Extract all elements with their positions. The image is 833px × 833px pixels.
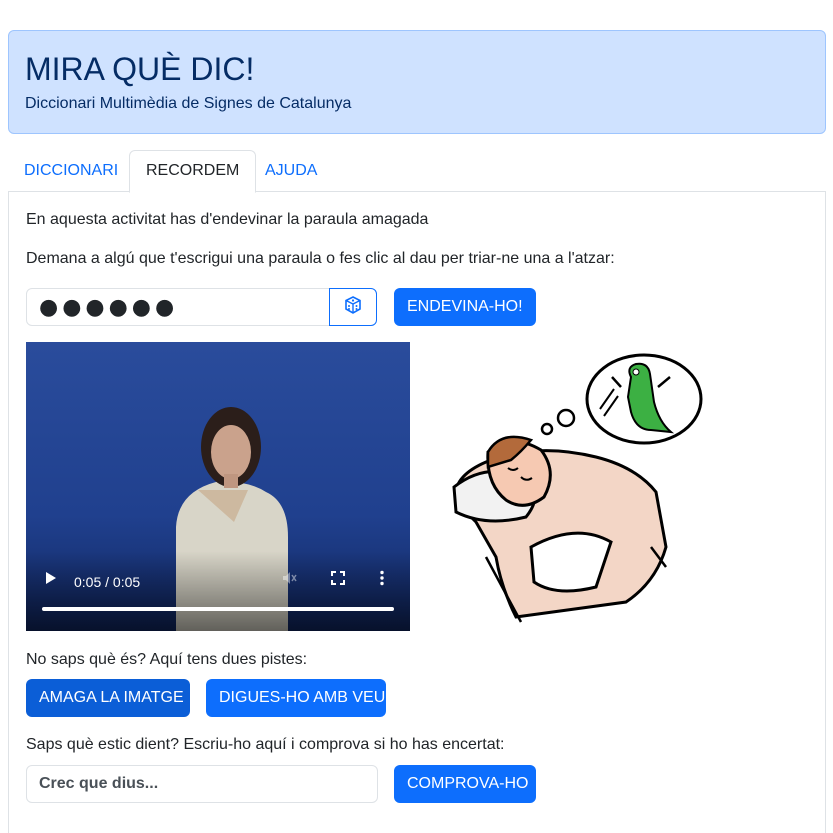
secret-word-input[interactable] [26,288,330,326]
tab-diccionari[interactable]: DICCIONARI [8,150,134,192]
fullscreen-icon[interactable] [331,571,345,590]
video-controls: 0:05 / 0:05 [26,551,410,631]
page-title: MIRA QUÈ DIC! [25,51,255,87]
page-subtitle: Diccionari Multimèdia de Signes de Catal… [25,95,352,112]
video-progress-bar[interactable] [42,607,394,611]
random-word-button[interactable] [329,288,377,326]
tab-recordem[interactable]: RECORDEM [129,150,257,193]
instruction-text: Demana a algú que t'escrigui una paraula… [26,250,615,267]
secret-word-group [26,288,378,326]
dice-icon [343,295,363,320]
recordem-panel: En aquesta activitat has d'endevinar la … [8,191,826,833]
sign-video-player[interactable]: 0:05 / 0:05 [26,342,410,631]
word-pictogram [426,342,726,631]
app-header: MIRA QUÈ DIC! Diccionari Multimèdia de S… [8,30,826,134]
volume-mute-icon[interactable] [281,570,297,591]
check-button[interactable]: COMPROVA-HO [394,765,536,803]
intro-text: En aquesta activitat has d'endevinar la … [26,211,429,228]
guess-button[interactable]: ENDEVINA-HO! [394,288,536,326]
say-it-button[interactable]: DIGUES-HO AMB VEU [206,679,386,717]
hints-text: No saps què és? Aquí tens dues pistes: [26,651,308,668]
answer-input[interactable]: Crec que dius... [26,765,378,803]
more-vertical-icon[interactable] [379,570,385,591]
hide-image-button[interactable]: AMAGA LA IMATGE [26,679,190,717]
check-instruction-text: Saps què estic dient? Escriu-ho aquí i c… [26,736,505,753]
tab-bar: DICCIONARI RECORDEM AJUDA [8,150,826,193]
play-icon[interactable] [44,571,58,590]
tab-ajuda[interactable]: AJUDA [249,150,333,192]
video-time: 0:05 / 0:05 [74,574,141,590]
